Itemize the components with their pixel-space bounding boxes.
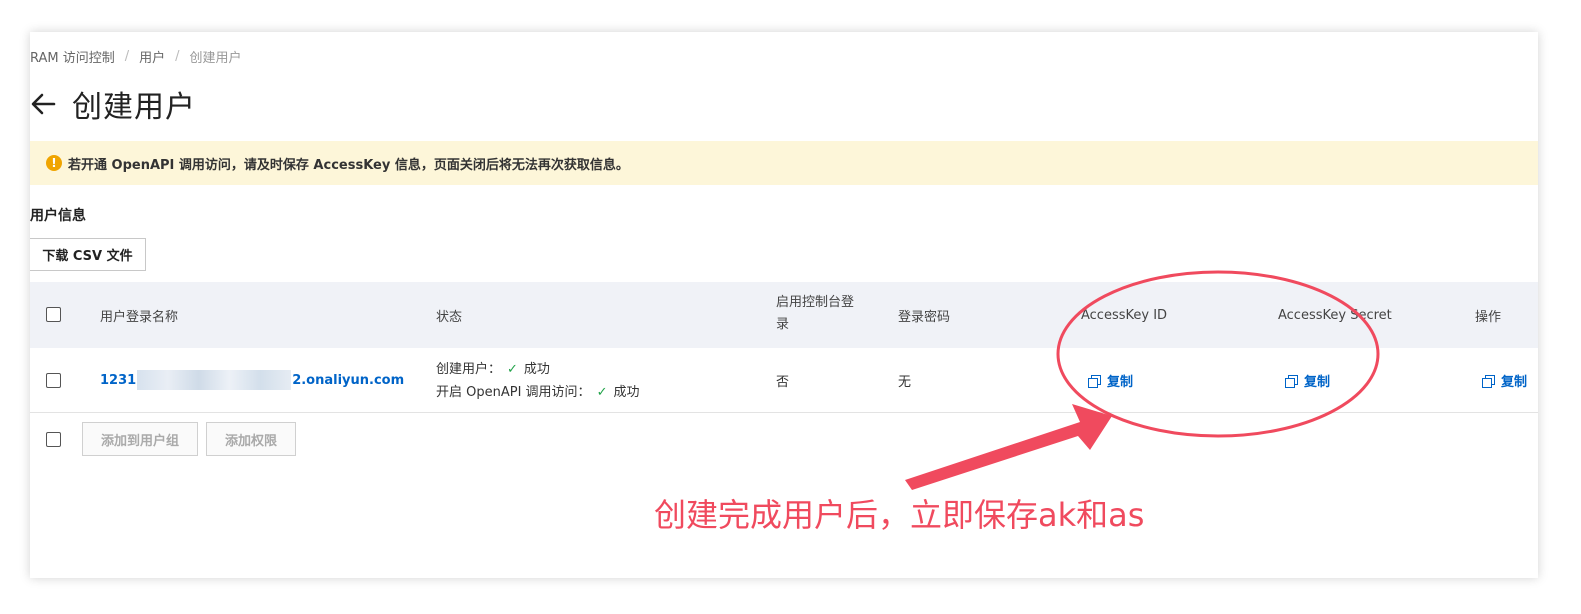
table-header: 用户登录名称 状态 启用控制台登录 登录密码 AccessKey ID Acce… xyxy=(30,282,1538,349)
breadcrumb: RAM 访问控制 / 用户 / 创建用户 xyxy=(30,47,242,66)
login-name-prefix: 1231 xyxy=(100,372,137,388)
header-password: 登录密码 xyxy=(898,309,951,325)
add-to-group-button[interactable]: 添加到用户组 xyxy=(82,422,198,456)
breadcrumb-separator: / xyxy=(175,49,180,64)
select-all-checkbox[interactable] xyxy=(46,307,61,322)
page-title: 创建用户 xyxy=(72,90,196,125)
copy-accesskey-id-label: 复制 xyxy=(1107,374,1134,390)
password-value: 无 xyxy=(898,374,912,390)
status-cell: 创建用户： ✓ 成功 开启 OpenAPI 调用访问： ✓ 成功 xyxy=(436,358,639,404)
header-actions: 操作 xyxy=(1475,309,1502,325)
check-icon: ✓ xyxy=(596,385,608,400)
copy-accesskey-id-button[interactable]: 复制 xyxy=(1088,348,1134,412)
copy-icon xyxy=(1285,375,1298,388)
breadcrumb-item-current: 创建用户 xyxy=(189,51,242,66)
console-login-value: 否 xyxy=(776,374,790,390)
copy-row-button[interactable]: 复制 xyxy=(1482,348,1528,412)
user-login-name-link[interactable]: 1231 2.onaliyun.com xyxy=(100,348,404,412)
header-login-name: 用户登录名称 xyxy=(100,309,179,325)
header-status: 状态 xyxy=(436,309,463,325)
alert-text: 若开通 OpenAPI 调用访问，请及时保存 AccessKey 信息，页面关闭… xyxy=(68,157,629,173)
status-openapi-label: 开启 OpenAPI 调用访问： xyxy=(436,385,591,400)
login-name-suffix: 2.onaliyun.com xyxy=(292,372,405,388)
row-checkbox[interactable] xyxy=(46,373,61,388)
status-create-label: 创建用户： xyxy=(436,362,502,377)
section-title: 用户信息 xyxy=(30,208,86,224)
header-console-login: 启用控制台登录 xyxy=(776,295,855,332)
status-create-value: 成功 xyxy=(523,362,550,377)
status-openapi-value: 成功 xyxy=(613,385,640,400)
table-row: 1231 2.onaliyun.com 创建用户： ✓ 成功 开启 OpenAPI 调… xyxy=(30,348,1538,413)
warning-alert: ! 若开通 OpenAPI 调用访问，请及时保存 AccessKey 信息，页面… xyxy=(30,141,1538,185)
status-openapi-line: 开启 OpenAPI 调用访问： ✓ 成功 xyxy=(436,381,639,404)
copy-row-label: 复制 xyxy=(1501,374,1528,390)
redacted-block xyxy=(137,370,292,390)
add-permission-button[interactable]: 添加权限 xyxy=(206,422,296,456)
breadcrumb-separator: / xyxy=(124,49,130,64)
copy-accesskey-secret-button[interactable]: 复制 xyxy=(1285,348,1331,412)
copy-icon xyxy=(1482,375,1495,388)
copy-icon xyxy=(1088,375,1101,388)
footer-select-all-checkbox[interactable] xyxy=(46,432,61,447)
status-create-line: 创建用户： ✓ 成功 xyxy=(436,358,639,381)
breadcrumb-item-users[interactable]: 用户 xyxy=(139,47,165,66)
header-accesskey-secret: AccessKey Secret xyxy=(1278,307,1392,323)
annotation-text: 创建完成用户后，立即保存ak和as xyxy=(654,496,1145,534)
arrow-left-icon[interactable] xyxy=(30,91,56,117)
warning-icon: ! xyxy=(46,155,62,171)
check-icon: ✓ xyxy=(507,362,518,377)
title-row: 创建用户 xyxy=(30,84,196,125)
copy-accesskey-secret-label: 复制 xyxy=(1304,374,1331,390)
breadcrumb-item-ram[interactable]: RAM 访问控制 xyxy=(30,47,115,66)
header-accesskey-id: AccessKey ID xyxy=(1081,307,1168,323)
download-csv-button[interactable]: 下载 CSV 文件 xyxy=(30,238,146,271)
